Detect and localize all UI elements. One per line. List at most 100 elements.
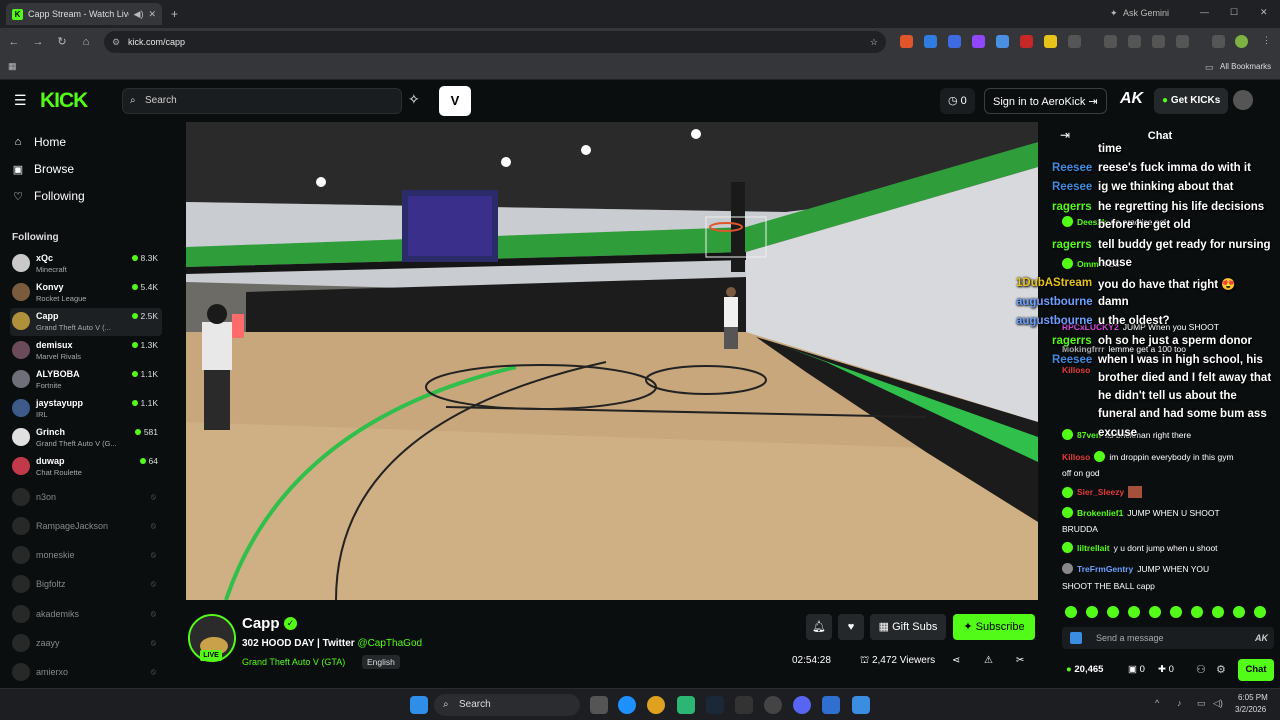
emote-icon[interactable]	[1107, 606, 1119, 618]
volume-icon[interactable]: ◁)	[1213, 698, 1223, 709]
channel-item-offline[interactable]: n3on ⦸	[10, 484, 162, 512]
user-icon[interactable]: ⚇	[1196, 663, 1206, 676]
send-chat-button[interactable]: Chat	[1238, 659, 1274, 681]
extension-icon[interactable]	[1044, 35, 1057, 48]
sign-in-button[interactable]: Sign in to AeroKick ⇥	[984, 88, 1107, 114]
back-icon[interactable]: ←	[6, 34, 22, 50]
bookmark-star-icon[interactable]: ☆	[870, 31, 878, 53]
nav-browse[interactable]: ▣ Browse	[12, 159, 74, 179]
discord-icon[interactable]	[793, 696, 811, 714]
tray-chevron-icon[interactable]: ^	[1155, 698, 1159, 708]
channel-item-offline[interactable]: akademiks ⦸	[10, 601, 162, 629]
chat-username[interactable]: Sier_Sleezy	[1077, 487, 1124, 497]
emote-picker-icon[interactable]	[1070, 632, 1082, 644]
taskbar-search[interactable]: ⌕ Search	[434, 694, 580, 716]
channel-item-offline[interactable]: amierxo ⦸	[10, 659, 162, 687]
ask-gemini-button[interactable]: Ask Gemini	[1123, 8, 1169, 18]
aerokick-logo[interactable]: AK	[1120, 90, 1143, 108]
channel-item-offline[interactable]: Bigfoltz ⦸	[10, 571, 162, 599]
bookmarks-icon[interactable]	[1152, 35, 1165, 48]
browser-menu-icon[interactable]: ⋮	[1262, 35, 1271, 46]
extension-icon[interactable]	[996, 35, 1009, 48]
video-player[interactable]	[186, 122, 1038, 600]
link-icon[interactable]	[1128, 35, 1141, 48]
profile-avatar[interactable]	[1235, 35, 1248, 48]
file-explorer-icon[interactable]	[590, 696, 608, 714]
chat-username[interactable]: TreFrmGentry	[1077, 564, 1133, 574]
hamburger-menu-icon[interactable]: ☰	[14, 92, 27, 109]
channel-item-grinch[interactable]: Grinch Grand Theft Auto V (G... 581	[10, 424, 162, 452]
browser-tab[interactable]: K Capp Stream - Watch Live ... ◀) ✕	[6, 3, 162, 25]
emote-icon[interactable]	[1254, 606, 1266, 618]
twitter-handle-link[interactable]: @CapThaGod	[357, 638, 422, 649]
windows-start-icon[interactable]	[410, 696, 428, 714]
toolbar-icon[interactable]	[1104, 35, 1117, 48]
emote-icon[interactable]	[1233, 606, 1245, 618]
extension-icon[interactable]	[972, 35, 985, 48]
channel-item-capp[interactable]: Capp Grand Theft Auto V (... 2.5K	[10, 308, 162, 336]
channel-item-offline[interactable]: moneskie ⦸	[10, 542, 162, 570]
chat-username[interactable]: Brokenlief1	[1077, 508, 1123, 518]
channel-item-demisux[interactable]: demisux Marvel Rivals 1.3K	[10, 337, 162, 365]
nav-following[interactable]: ♡ Following	[12, 186, 85, 206]
channel-item-jaystayupp[interactable]: jaystayupp IRL 1.1K	[10, 395, 162, 423]
points-a[interactable]: ▣ 0	[1128, 664, 1145, 675]
steam-icon[interactable]	[706, 696, 724, 714]
channel-item-offline[interactable]: zaayy ⦸	[10, 630, 162, 658]
channel-item-offline[interactable]: RampageJackson ⦸	[10, 513, 162, 541]
get-kicks-button[interactable]: ● Get KICKs	[1154, 88, 1229, 114]
language-tag[interactable]: English	[362, 655, 400, 669]
address-bar[interactable]: ⚙ kick.com/capp ☆	[104, 31, 886, 53]
nav-home[interactable]: ⌂ Home	[12, 132, 66, 152]
app-icon[interactable]	[822, 696, 840, 714]
settings-icon[interactable]	[764, 696, 782, 714]
aerokick-chat-icon[interactable]: AK	[1255, 627, 1268, 649]
emote-icon[interactable]	[1191, 606, 1203, 618]
maximize-icon[interactable]: ☐	[1230, 7, 1238, 18]
extension-panel-icon[interactable]: V	[439, 86, 471, 116]
streamer-name[interactable]: Capp	[242, 615, 280, 632]
all-bookmarks-button[interactable]: All Bookmarks	[1220, 62, 1271, 71]
new-tab-button[interactable]: +	[171, 7, 178, 21]
kick-logo[interactable]: KICK	[40, 89, 88, 113]
emote-icon[interactable]	[1065, 606, 1077, 618]
audio-icon[interactable]: ◀)	[134, 9, 144, 20]
chat-username[interactable]: liltrellait	[1077, 543, 1110, 553]
extension-icon[interactable]	[924, 35, 937, 48]
sparkle-icon[interactable]: ✧	[408, 91, 420, 108]
chat-username[interactable]: Killoso	[1062, 365, 1090, 375]
download-icon[interactable]	[1176, 35, 1189, 48]
apps-grid-icon[interactable]: ▦	[8, 61, 17, 72]
emote-icon[interactable]	[1128, 606, 1140, 618]
edge-icon[interactable]	[618, 696, 636, 714]
emote-icon[interactable]	[1212, 606, 1224, 618]
chrome-icon[interactable]	[647, 696, 665, 714]
chat-settings-gear-icon[interactable]: ⚙	[1216, 663, 1226, 676]
clock-date[interactable]: 3/2/2026	[1235, 705, 1266, 714]
search-input[interactable]: ⌕ Search	[122, 88, 402, 114]
emote-icon[interactable]	[1170, 606, 1182, 618]
window-close-icon[interactable]: ✕	[1260, 7, 1268, 18]
site-info-icon[interactable]: ⚙	[112, 31, 120, 53]
extension-icon[interactable]	[900, 35, 913, 48]
channel-item-xqc[interactable]: xQc Minecraft 8.3K	[10, 250, 162, 278]
minimize-icon[interactable]: —	[1200, 7, 1209, 17]
subscribe-button[interactable]: ✦ Subscribe	[953, 614, 1035, 640]
home-browser-icon[interactable]: ⌂	[78, 34, 94, 50]
clock-time[interactable]: 6:05 PM	[1238, 693, 1268, 702]
gift-subs-button[interactable]: ▦ Gift Subs	[870, 614, 946, 640]
follow-heart-icon[interactable]: ♥	[838, 614, 864, 640]
app-icon[interactable]	[852, 696, 870, 714]
network-icon[interactable]: ▭	[1197, 698, 1206, 709]
clip-icon[interactable]: ✂	[1016, 655, 1024, 666]
extensions-puzzle-icon[interactable]	[1068, 35, 1081, 48]
extension-icon[interactable]	[948, 35, 961, 48]
channel-item-konvy[interactable]: Konvy Rocket League 5.4K	[10, 279, 162, 307]
chat-username[interactable]: Omm	[1077, 259, 1099, 269]
app-icon[interactable]	[677, 696, 695, 714]
emote-icon[interactable]	[1149, 606, 1161, 618]
emote-icon[interactable]	[1086, 606, 1098, 618]
chat-username[interactable]: Killoso	[1062, 452, 1090, 462]
chat-input[interactable]: Send a message AK	[1062, 627, 1274, 649]
gemini-icon[interactable]: ✦	[1110, 8, 1118, 19]
